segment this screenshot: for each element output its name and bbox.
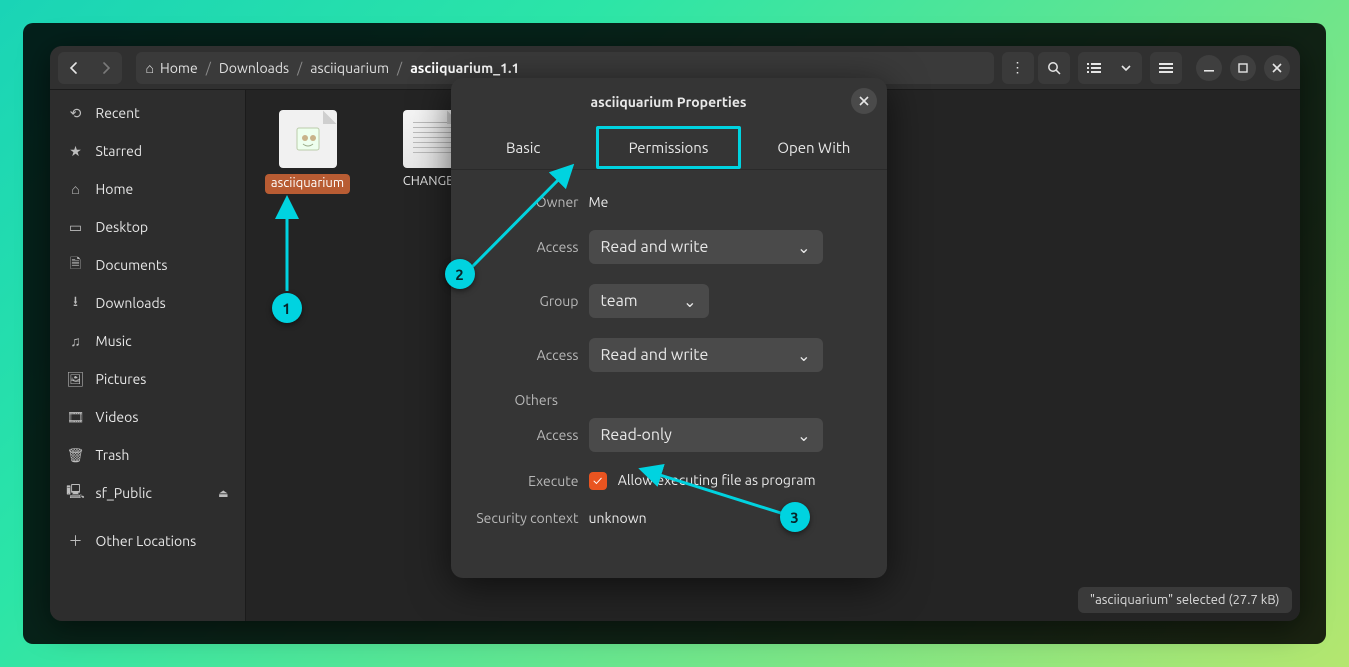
sidebar-item-recent[interactable]: ⟲ Recent	[50, 94, 245, 132]
forward-button[interactable]	[90, 52, 122, 84]
sidebar-item-label: Home	[96, 181, 134, 197]
desktop-icon: ▭	[66, 219, 86, 236]
sidebar-item-other-locations[interactable]: ＋ Other Locations	[50, 522, 245, 560]
sidebar-item-label: Music	[96, 333, 132, 349]
sidebar-item-downloads[interactable]: ⭳ Downloads	[50, 284, 245, 322]
others-section: Others	[469, 392, 869, 408]
hamburger-menu-button[interactable]	[1150, 52, 1182, 84]
security-context-value: unknown	[589, 510, 869, 526]
drive-icon: 🖳	[66, 481, 86, 505]
outer-frame: ⌂ Home / Downloads / asciiquarium / asci…	[23, 23, 1326, 644]
dialog-header: asciiquarium Properties	[451, 78, 887, 126]
chevron-down-icon: ⌄	[797, 426, 810, 445]
others-access-select[interactable]: Read-only ⌄	[589, 418, 823, 452]
documents-icon: 🗎	[66, 253, 86, 277]
file-manager-window: ⌂ Home / Downloads / asciiquarium / asci…	[50, 46, 1300, 621]
sidebar-item-desktop[interactable]: ▭ Desktop	[50, 208, 245, 246]
path-menu-button[interactable]: ⋮	[1002, 52, 1034, 84]
file-item-asciiquarium[interactable]: asciiquarium	[258, 106, 358, 194]
group-label: Group	[469, 293, 589, 309]
dialog-close-button[interactable]	[851, 88, 877, 114]
sidebar-item-trash[interactable]: 🗑 Trash	[50, 436, 245, 474]
sidebar-item-label: Downloads	[96, 295, 166, 311]
crumb-home[interactable]: Home	[160, 60, 198, 76]
sidebar-item-label: Other Locations	[96, 533, 197, 549]
window-controls	[1192, 55, 1294, 81]
eject-icon[interactable]: ⏏	[218, 487, 228, 500]
sidebar: ⟲ Recent ★ Starred ⌂ Home ▭ Desktop 🗎 Documen…	[50, 90, 246, 621]
status-bar: "asciiquarium" selected (27.7 kB)	[1078, 587, 1292, 613]
sidebar-item-label: Desktop	[96, 219, 149, 235]
group-access-select[interactable]: Read and write ⌄	[589, 338, 823, 372]
minimize-button[interactable]	[1196, 55, 1222, 81]
group-select[interactable]: team ⌄	[589, 284, 709, 318]
sidebar-item-label: Trash	[96, 447, 130, 463]
properties-dialog: asciiquarium Properties Basic Permission…	[451, 78, 887, 578]
execute-label: Execute	[469, 473, 589, 489]
execute-row: ✓ Allow executing file as program	[589, 472, 869, 490]
annotation-badge-2: 2	[445, 259, 475, 289]
home-icon: ⌂	[146, 60, 154, 76]
owner-access-label: Access	[469, 239, 589, 255]
nav-buttons	[56, 52, 124, 84]
view-switcher	[1076, 52, 1144, 84]
back-button[interactable]	[58, 52, 90, 84]
crumb-downloads[interactable]: Downloads	[219, 60, 289, 76]
crumb-asciiquarium[interactable]: asciiquarium	[310, 60, 389, 76]
videos-icon: 🎞	[66, 409, 86, 426]
sidebar-item-label: Videos	[96, 409, 139, 425]
sidebar-item-videos[interactable]: 🎞 Videos	[50, 398, 245, 436]
plus-icon: ＋	[66, 531, 86, 551]
chevron-down-icon: ⌄	[797, 238, 810, 257]
pictures-icon: 🖼	[66, 371, 86, 388]
group-access-label: Access	[469, 347, 589, 363]
sidebar-item-label: Starred	[96, 143, 143, 159]
sidebar-item-pictures[interactable]: 🖼 Pictures	[50, 360, 245, 398]
close-button[interactable]	[1264, 55, 1290, 81]
owner-label: Owner	[469, 194, 589, 210]
dialog-tabs: Basic Permissions Open With	[451, 126, 887, 170]
view-options-button[interactable]	[1110, 52, 1142, 84]
trash-icon: 🗑	[66, 447, 86, 464]
crumb-current[interactable]: asciiquarium_1.1	[410, 60, 519, 76]
sidebar-item-music[interactable]: ♫ Music	[50, 322, 245, 360]
tab-permissions[interactable]: Permissions	[596, 126, 741, 169]
file-icon	[279, 110, 337, 168]
execute-text: Allow executing file as program	[618, 472, 816, 488]
dialog-title: asciiquarium Properties	[590, 94, 746, 110]
sidebar-item-label: sf_Public	[96, 485, 152, 501]
maximize-button[interactable]	[1230, 55, 1256, 81]
search-button[interactable]	[1038, 52, 1070, 84]
owner-access-select[interactable]: Read and write ⌄	[589, 230, 823, 264]
downloads-icon: ⭳	[66, 291, 86, 315]
list-view-button[interactable]	[1078, 52, 1110, 84]
chevron-down-icon: ⌄	[683, 292, 696, 311]
sidebar-item-label: Pictures	[96, 371, 147, 387]
execute-checkbox[interactable]: ✓	[589, 472, 607, 490]
dialog-body: Owner Me Access Read and write ⌄ Group	[451, 170, 887, 578]
recent-icon: ⟲	[66, 105, 86, 122]
sidebar-item-home[interactable]: ⌂ Home	[50, 170, 245, 208]
star-icon: ★	[66, 143, 86, 160]
header-right: ⋮	[1000, 52, 1294, 84]
sidebar-item-starred[interactable]: ★ Starred	[50, 132, 245, 170]
chevron-down-icon: ⌄	[797, 346, 810, 365]
others-access-label: Access	[469, 427, 589, 443]
sidebar-item-documents[interactable]: 🗎 Documents	[50, 246, 245, 284]
sidebar-item-label: Documents	[96, 257, 168, 273]
wallpaper: ⌂ Home / Downloads / asciiquarium / asci…	[0, 0, 1349, 667]
annotation-badge-1: 1	[272, 293, 302, 323]
sidebar-item-label: Recent	[96, 105, 140, 121]
tab-open-with[interactable]: Open With	[741, 126, 886, 169]
security-context-label: Security context	[469, 510, 589, 526]
sidebar-item-sfpublic[interactable]: 🖳 sf_Public ⏏	[50, 474, 245, 512]
file-label: asciiquarium	[265, 174, 350, 194]
owner-value: Me	[589, 194, 869, 210]
annotation-badge-3: 3	[780, 502, 810, 532]
home-icon: ⌂	[66, 181, 86, 197]
tab-basic[interactable]: Basic	[451, 126, 596, 169]
music-icon: ♫	[66, 333, 86, 349]
